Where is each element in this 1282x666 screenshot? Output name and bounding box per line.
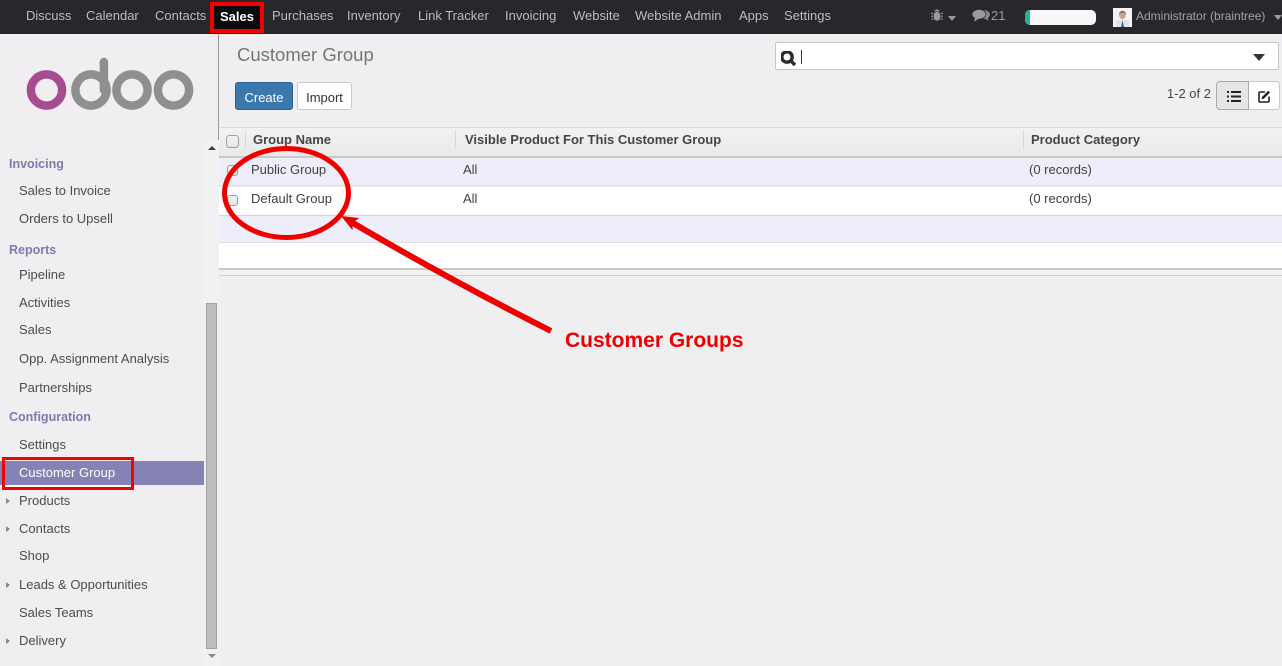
- svg-text:Customer Groups: Customer Groups: [565, 329, 744, 352]
